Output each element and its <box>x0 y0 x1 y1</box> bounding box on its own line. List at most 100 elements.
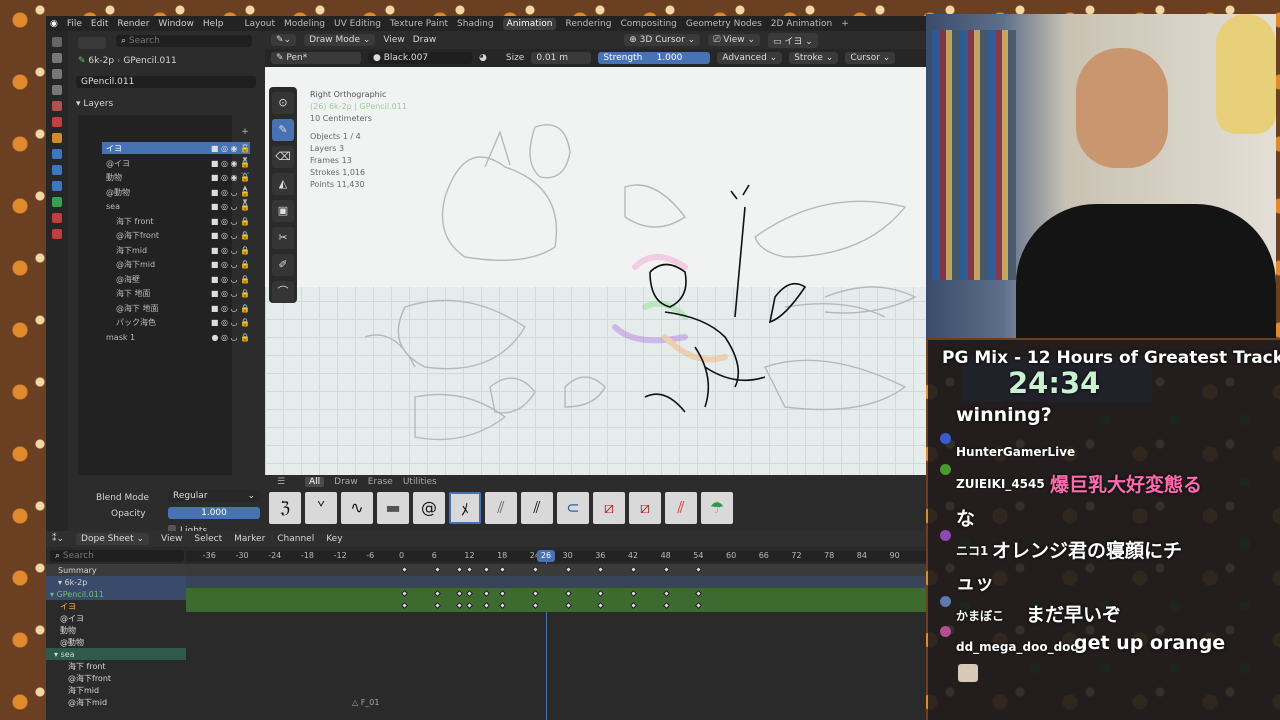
tab-2d-animation[interactable]: 2D Animation <box>771 19 832 29</box>
current-frame-indicator[interactable]: 26 <box>537 550 555 562</box>
layer-item-mask[interactable]: mask 1 ● ◎ ◡ 🔒 <box>102 331 250 343</box>
channel-scene[interactable]: ▾ 6k-2p <box>46 576 186 588</box>
menu-key[interactable]: Key <box>326 534 342 544</box>
mode-select[interactable]: Draw Mode ⌄ <box>304 34 376 46</box>
material-tab-icon[interactable] <box>52 213 62 223</box>
channel-layer[interactable]: @動物 <box>46 636 186 648</box>
channel-layer[interactable]: @海下mid <box>46 696 186 708</box>
dope-mode-select[interactable]: Dope Sheet ⌄ <box>76 533 150 545</box>
menu-edit[interactable]: Edit <box>91 19 108 29</box>
brush-select[interactable]: ✎ Pen* <box>271 52 361 64</box>
tab-all[interactable]: All <box>305 476 325 487</box>
channel-gpencil[interactable]: ▾ GPencil.011 <box>46 588 186 600</box>
editor-type-button[interactable] <box>78 37 106 49</box>
layer-toggles-icon[interactable]: ■ ◎ ◡ 🔒 <box>211 304 250 313</box>
fill-red-brush-icon[interactable]: ⫽ <box>665 492 697 524</box>
menu-file[interactable]: File <box>67 19 82 29</box>
render-tab-icon[interactable] <box>52 53 62 63</box>
tab-texture-paint[interactable]: Texture Paint <box>390 19 448 29</box>
channel-layer[interactable]: 海下 front <box>46 660 186 672</box>
3d-viewport[interactable]: ✎⌄ Draw Mode ⌄ View Draw ⊕ 3D Cursor ⌄ ⎚… <box>265 31 926 505</box>
marker-f01[interactable]: △ F_01 <box>352 698 379 707</box>
layers-panel-header[interactable]: ▾ Layers <box>76 99 113 109</box>
airbrush-icon[interactable]: @ <box>413 492 445 524</box>
advanced-dropdown[interactable]: Advanced ⌄ <box>717 52 783 64</box>
menu-view[interactable]: View <box>383 35 404 45</box>
output-tab-icon[interactable] <box>52 69 62 79</box>
ink-brush-icon[interactable]: ᘁ <box>305 492 337 524</box>
channel-summary[interactable]: Summary <box>46 564 186 576</box>
marker-brush-icon[interactable]: ▬ <box>377 492 409 524</box>
layer-list-side-buttons[interactable]: + − ▾ ⋯ ▴ ▾ <box>238 125 252 209</box>
layer-item[interactable]: パック海色 ■ ◎ ◡ 🔒 <box>102 316 250 328</box>
menu-icon[interactable]: ☰ <box>277 477 285 487</box>
material-select[interactable]: ● Black.007 <box>368 52 472 64</box>
layer-toggles-icon[interactable]: ■ ◎ ◡ 🔒 <box>211 260 250 269</box>
box-tool-icon[interactable]: ▣ <box>272 200 294 222</box>
channel-layer[interactable]: イヨ <box>46 600 186 612</box>
view-select[interactable]: ⎚ View ⌄ <box>708 34 761 46</box>
layer-toggles-icon[interactable]: ■ ◎ ◡ 🔒 <box>211 217 250 226</box>
layer-item[interactable]: 動物 ■ ◎ ◉ 🔒 <box>102 171 250 183</box>
strength-slider[interactable]: Strength 1.000 <box>598 52 711 64</box>
properties-search-input[interactable]: ⌕ Search <box>116 35 252 47</box>
tab-erase[interactable]: Erase <box>368 477 393 487</box>
channel-layer[interactable]: @イヨ <box>46 612 186 624</box>
size-field[interactable]: 0.01 m <box>531 52 592 64</box>
menu-window[interactable]: Window <box>158 19 194 29</box>
color-mode-icon[interactable]: ◕ <box>479 53 487 63</box>
layer-toggles-icon[interactable]: ■ ◎ ◡ 🔒 <box>211 318 250 327</box>
data-tab-icon[interactable] <box>52 197 62 207</box>
channel-search-input[interactable]: ⌕ Search <box>50 550 184 562</box>
layer-toggles-icon[interactable]: ■ ◎ ◡ 🔒 <box>211 246 250 255</box>
editor-type-icon[interactable]: ⁑⌄ <box>52 534 64 544</box>
tab-layout[interactable]: Layout <box>244 19 275 29</box>
view-layer-tab-icon[interactable] <box>52 85 62 95</box>
layer-item[interactable]: @海下mid ■ ◎ ◡ 🔒 <box>102 258 250 270</box>
physics-tab-icon[interactable] <box>52 181 62 191</box>
texture-tab-icon[interactable] <box>52 229 62 239</box>
channel-group-sea[interactable]: ▾ sea <box>46 648 186 660</box>
tab-animation[interactable]: Animation <box>502 17 557 30</box>
modifier-tab-icon[interactable] <box>52 149 62 159</box>
curve-tool-icon[interactable]: ⌒ <box>272 281 294 303</box>
tab-uv-editing[interactable]: UV Editing <box>334 19 381 29</box>
noise-brush-icon[interactable]: ⫽ <box>485 492 517 524</box>
menu-view[interactable]: View <box>161 534 182 544</box>
menu-render[interactable]: Render <box>117 19 149 29</box>
tab-rendering[interactable]: Rendering <box>565 19 611 29</box>
menu-channel[interactable]: Channel <box>277 534 314 544</box>
layer-item[interactable]: @海下front ■ ◎ ◡ 🔒 <box>102 229 250 241</box>
channel-layer[interactable]: 海下mid <box>46 684 186 696</box>
cursor-dropdown[interactable]: Cursor ⌄ <box>845 52 896 64</box>
erase-brush-icon[interactable]: ⧄ <box>593 492 625 524</box>
layer-item[interactable]: 海下 地面 ■ ◎ ◡ 🔒 <box>102 287 250 299</box>
fill-green-brush-icon[interactable]: ☂ <box>701 492 733 524</box>
erase-tool-icon[interactable]: ⌫ <box>272 146 294 168</box>
stroke-dropdown[interactable]: Stroke ⌄ <box>789 52 839 64</box>
blend-brush-icon[interactable]: ⊂ <box>557 492 589 524</box>
chisel-brush-icon[interactable]: ⫽ <box>521 492 553 524</box>
erase-point-brush-icon[interactable]: ⧄ <box>629 492 661 524</box>
effects-tab-icon[interactable] <box>52 165 62 175</box>
menu-select[interactable]: Select <box>194 534 222 544</box>
opacity-slider[interactable]: 1.000 <box>168 507 260 519</box>
eyedropper-tool-icon[interactable]: ✐ <box>272 254 294 276</box>
layer-group-sea[interactable]: sea ■ ◎ ◡ 🔒 <box>102 200 250 212</box>
layer-toggles-icon[interactable]: ■ ◎ ◡ 🔒 <box>211 275 250 284</box>
layer-item[interactable]: 海下mid ■ ◎ ◡ 🔒 <box>102 244 250 256</box>
tab-utilities[interactable]: Utilities <box>403 477 437 487</box>
cursor-select[interactable]: ⊕ 3D Cursor ⌄ <box>624 34 701 46</box>
layer-toggles-icon[interactable]: ■ ◎ ◡ 🔒 <box>211 231 250 240</box>
cursor-tool-icon[interactable]: ⊙ <box>272 92 294 114</box>
tab-shading[interactable]: Shading <box>457 19 494 29</box>
editor-type-button[interactable]: ✎⌄ <box>271 34 297 46</box>
pencil-brush-icon[interactable]: ∿ <box>341 492 373 524</box>
channel-layer[interactable]: 動物 <box>46 624 186 636</box>
add-workspace-button[interactable]: + <box>841 19 849 29</box>
frame-ruler[interactable]: -36 -30 -24 -18 -12 -6 0 6 12 18 24 30 36 42 48 54 60 66 7… <box>186 551 926 562</box>
gp-data-selector[interactable]: GPencil.011 <box>76 76 256 88</box>
layer-item[interactable]: @海壁 ■ ◎ ◡ 🔒 <box>102 273 250 285</box>
layer-item-iyo[interactable]: イヨ ■ ◎ ◉ 🔓 <box>102 142 250 154</box>
line-brush-icon[interactable]: ﾒ <box>449 492 481 524</box>
